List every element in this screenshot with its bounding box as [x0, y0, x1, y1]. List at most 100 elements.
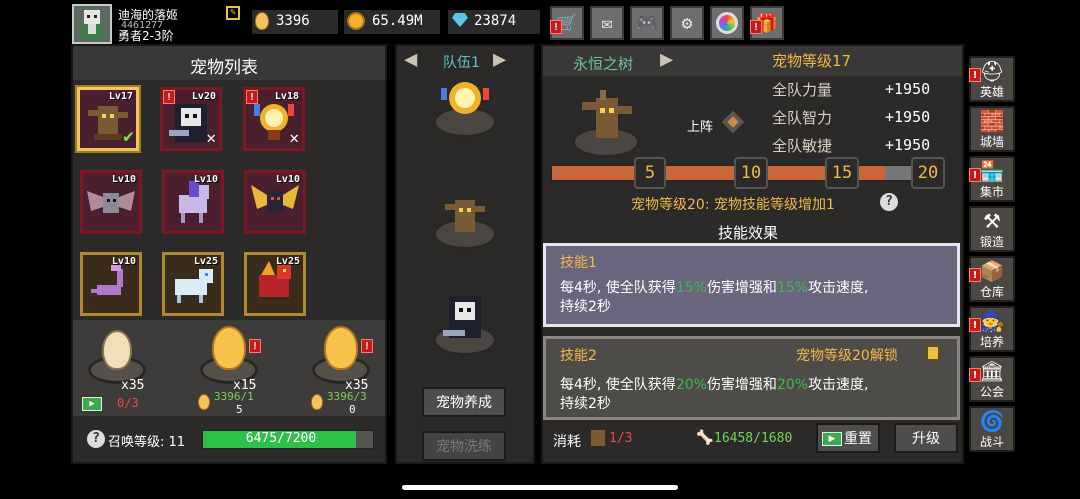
pet-slot-9[interactable]: Lv25	[244, 252, 306, 316]
settings-gear-icon[interactable]: ⚙	[670, 6, 704, 40]
gift-alert-badge: !	[750, 20, 762, 34]
side-nav-market[interactable]: 🏪 集市!	[969, 156, 1015, 202]
side-nav-guild[interactable]: 🏛 公会!	[969, 356, 1015, 402]
egg-gold-icon	[324, 326, 358, 370]
egg-pedestal-2[interactable]	[196, 326, 262, 386]
warehouse-icon: 📦	[979, 259, 1005, 283]
video-ad-icon[interactable]: ▶	[82, 397, 102, 411]
team-slot-1[interactable]	[427, 74, 503, 144]
side-nav-label-3: 锻造	[979, 235, 1004, 249]
mail-icon[interactable]: ✉	[590, 6, 624, 40]
summon-help-icon[interactable]: ?	[87, 430, 105, 448]
edit-name-icon[interactable]: ✎	[226, 6, 240, 20]
milestone-note: 宠物等级20: 宠物技能等级增加1	[631, 197, 835, 213]
egg-count-1: x35	[121, 378, 145, 393]
stat-value-2: +1950	[885, 108, 931, 126]
side-nav-warehouse-badge: !	[969, 268, 981, 282]
pet-3-alert-badge: !	[246, 90, 258, 104]
pet-portrait	[566, 84, 646, 164]
egg-gold-icon	[212, 326, 246, 370]
next-pet-arrow[interactable]: ▶	[660, 48, 690, 72]
skill-1-post: 攻击速度,	[808, 280, 869, 296]
avatar[interactable]	[72, 4, 112, 44]
skill-card-1[interactable]: 技能1 每4秒, 使全队获得15%伤害增强和15%攻击速度, 持续2秒	[543, 243, 960, 327]
pet-slot-2[interactable]: Lv20 ! ✕	[160, 87, 222, 151]
side-nav-label-6: 公会	[979, 385, 1004, 399]
pet-slot-1[interactable]: Lv17 ✔	[77, 87, 139, 151]
consume-label: 消耗	[553, 434, 581, 450]
video-ad-icon: ▶	[822, 432, 842, 446]
skill-2-mid: 伤害增强和	[706, 377, 777, 393]
tree-token-icon	[590, 429, 606, 447]
side-nav-wall[interactable]: 🧱 城墙	[969, 106, 1015, 152]
wall-icon: 🧱	[979, 109, 1005, 133]
skills-header: 技能效果	[718, 224, 779, 242]
side-nav-label-0: 英雄	[979, 85, 1004, 99]
side-nav-hero[interactable]: ⛑ 英雄!	[969, 56, 1015, 102]
pet-slot-4[interactable]: Lv10	[80, 170, 142, 234]
color-wheel-icon[interactable]	[710, 6, 744, 40]
skill-2-name: 技能2	[560, 348, 597, 364]
wash-button[interactable]: 宠物洗练	[422, 431, 506, 461]
milestone-help-icon[interactable]: ?	[880, 193, 898, 211]
upgrade-button[interactable]: 升级	[894, 423, 958, 453]
side-nav-label-2: 集市	[979, 185, 1004, 199]
next-team-arrow[interactable]: ▶	[493, 48, 523, 72]
side-nav-label-5: 培养	[979, 335, 1004, 349]
side-nav-market-badge: !	[969, 168, 981, 182]
home-indicator[interactable]	[402, 485, 678, 490]
egg-cost-2-suffix: 5	[236, 403, 243, 416]
pet-level-3: Lv18	[274, 91, 299, 102]
shop-cart-icon[interactable]: 🛒!	[550, 6, 584, 40]
pet-2-alert-badge: !	[163, 90, 175, 104]
pet-slot-5[interactable]: Lv10	[162, 170, 224, 234]
consume-value: 1/3	[609, 431, 633, 446]
team-slot-3[interactable]	[427, 290, 503, 362]
pet-slot-6[interactable]: Lv10	[244, 170, 306, 234]
pet-level-8: Lv25	[193, 256, 218, 267]
side-nav-train[interactable]: 🧙 培养!	[969, 306, 1015, 352]
tree-monster-icon	[582, 90, 632, 138]
helmet-icon: ⛑	[979, 59, 1005, 83]
egg-3-alert-badge: !	[361, 339, 373, 353]
player-rank: 勇者2-3阶	[118, 29, 174, 43]
prev-team-arrow[interactable]: ◀	[404, 48, 434, 72]
pet-slot-8[interactable]: Lv25	[162, 252, 224, 316]
pet-slot-3[interactable]: Lv18 ! ✕	[243, 87, 305, 151]
stat-value-1: +1950	[885, 80, 931, 98]
side-nav-label-1: 城墙	[979, 135, 1004, 149]
pet-slot-7[interactable]: Lv10	[80, 252, 142, 316]
nurture-button[interactable]: 宠物养成	[422, 387, 506, 417]
guild-icon: 🏛	[979, 359, 1005, 383]
reset-button[interactable]: ▶ 重置	[816, 423, 880, 453]
pet-name: 永恒之树	[573, 55, 634, 73]
gamepad-icon[interactable]: 🎮	[630, 6, 664, 40]
anvil-icon: ⚒	[983, 209, 1001, 233]
pet-level-2: Lv20	[191, 91, 216, 102]
egg-currency-value: 3396	[276, 13, 310, 29]
egg-currency-icon	[198, 394, 210, 410]
reset-label: 重置	[844, 431, 872, 447]
selected-check-icon: ✔	[123, 126, 134, 147]
skill-1-pre: 每4秒, 使全队获得	[560, 280, 676, 296]
lock-icon	[926, 345, 940, 361]
bone-icon: 🦴	[696, 430, 714, 446]
egg-cost-3-suffix: 0	[349, 403, 356, 416]
side-nav-guild-badge: !	[969, 368, 981, 382]
team-slot-2[interactable]	[427, 186, 503, 256]
side-nav-forge[interactable]: ⚒ 锻造	[969, 206, 1015, 252]
gift-icon[interactable]: 🎁!	[750, 6, 784, 40]
skill-1-line1: 每4秒, 使全队获得15%伤害增强和15%攻击速度,	[560, 277, 869, 297]
side-nav-label-7: 战斗	[979, 435, 1004, 449]
milestone-20: 20	[911, 157, 945, 189]
skill-1-name: 技能1	[560, 255, 597, 271]
team-title: 队伍1	[443, 55, 480, 71]
dismiss-x-icon: ✕	[206, 128, 216, 147]
skill-2-lock-note: 宠物等级20解锁	[796, 348, 898, 364]
egg-pedestal-3[interactable]	[308, 326, 374, 386]
side-nav-battle[interactable]: 🌀 战斗	[969, 406, 1015, 452]
side-nav-warehouse[interactable]: 📦 仓库!	[969, 256, 1015, 302]
milestone-5: 5	[634, 157, 666, 189]
gold-coin-icon	[347, 12, 365, 30]
skill-card-2[interactable]: 技能2 宠物等级20解锁 每4秒, 使全队获得20%伤害增强和20%攻击速度, …	[543, 336, 960, 420]
